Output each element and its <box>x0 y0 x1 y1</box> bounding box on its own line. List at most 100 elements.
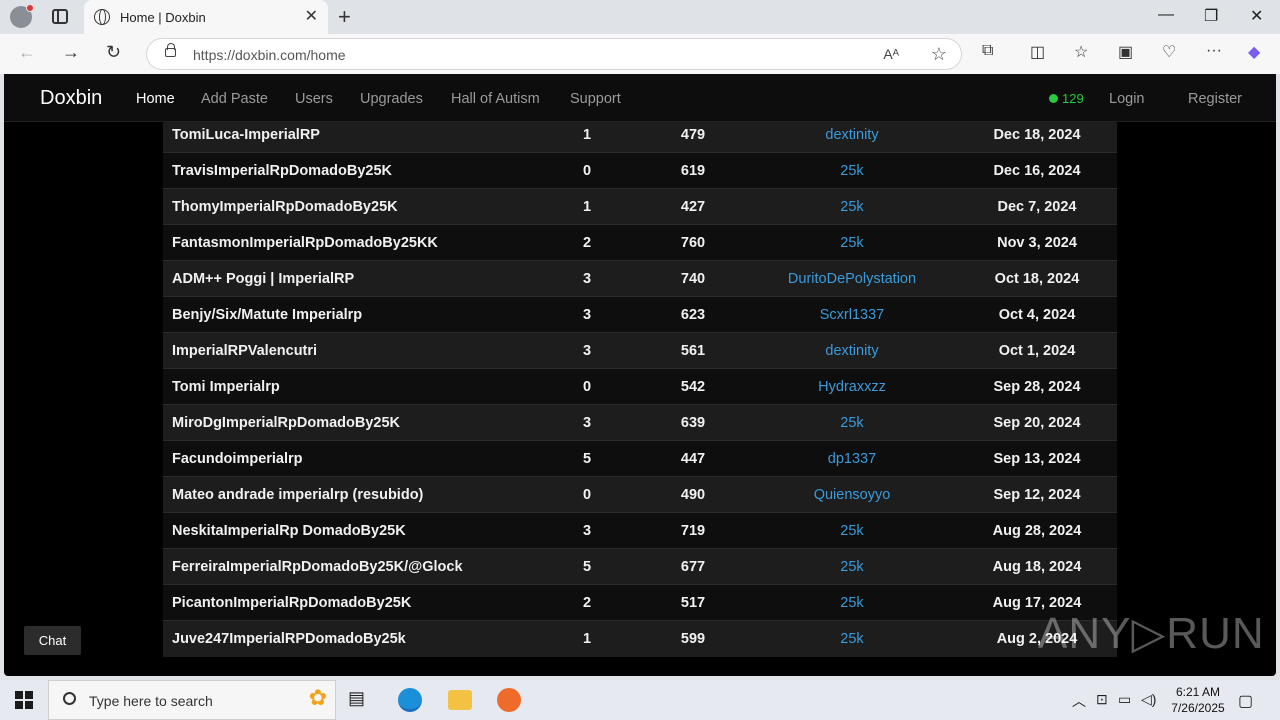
table-row[interactable]: PicantonImperialRpDomadoBy25K 2 517 25k Aug … <box>163 584 1117 621</box>
system-clock[interactable]: 6:21 AM 7/26/2025 <box>1160 684 1236 716</box>
search-placeholder[interactable]: Type here to search <box>89 693 213 709</box>
new-tab-button[interactable]: + <box>338 4 351 30</box>
register-link[interactable]: Register <box>1188 91 1242 107</box>
paste-title[interactable]: FantasmonImperialRpDomadoBy25KK <box>163 225 535 261</box>
extensions-icon[interactable]: ⧉ <box>982 42 993 60</box>
paste-creator-link[interactable]: 25k <box>747 225 957 261</box>
nav-home[interactable]: Home <box>136 91 175 107</box>
table-row[interactable]: ADM++ Poggi | ImperialRP 3 740 DuritoDePoly… <box>163 260 1117 297</box>
favorites-icon[interactable]: ☆ <box>1074 42 1088 62</box>
edge-icon[interactable] <box>398 688 422 712</box>
paste-title[interactable]: ADM++ Poggi | ImperialRP <box>163 261 535 297</box>
paste-title[interactable]: FerreiraImperialRpDomadoBy25K/@Glock <box>163 549 535 585</box>
split-screen-icon[interactable]: ◫ <box>1030 42 1045 62</box>
volume-icon[interactable]: ◁) <box>1141 691 1156 708</box>
browser-tab-home[interactable]: Home | Doxbin ✕ <box>84 0 328 34</box>
table-row[interactable]: FantasmonImperialRpDomadoBy25KK 2 760 25k No… <box>163 224 1117 261</box>
table-row[interactable]: FerreiraImperialRpDomadoBy25K/@Glock 5 677… <box>163 548 1117 585</box>
table-row[interactable]: Tomi Imperialrp 0 542 Hydraxxzz Sep 28, 2024 <box>163 368 1117 405</box>
paste-title[interactable]: Benjy/Six/Matute Imperialrp <box>163 297 535 333</box>
refresh-button[interactable]: ↻ <box>106 42 121 63</box>
paste-creator-link[interactable]: Scxrl1337 <box>747 297 957 333</box>
chat-button[interactable]: Chat <box>24 626 81 655</box>
paste-title[interactable]: ThomyImperialRpDomadoBy25K <box>163 189 535 225</box>
back-button[interactable]: ← <box>18 42 36 63</box>
paste-title[interactable]: Juve247ImperialRPDomadoBy25k <box>163 621 535 657</box>
paste-creator-link[interactable]: 25k <box>747 549 957 585</box>
paste-title[interactable]: ImperialRPValencutri <box>163 333 535 369</box>
tray-overflow-icon[interactable]: ︿ <box>1072 691 1086 711</box>
forward-button[interactable]: → <box>62 42 80 63</box>
table-row[interactable]: TravisImperialRpDomadoBy25K 0 619 25k Dec 16… <box>163 152 1117 189</box>
paste-creator-link[interactable]: 25k <box>747 621 957 657</box>
clock-date: 7/26/2025 <box>1171 701 1225 715</box>
paste-date: Aug 18, 2024 <box>992 558 1082 575</box>
site-brand[interactable]: Doxbin <box>40 87 102 110</box>
maximize-button[interactable]: ❐ <box>1204 6 1218 26</box>
taskbar-search[interactable]: Type here to search ✿ <box>48 680 336 720</box>
table-row[interactable]: NeskitaImperialRp DomadoBy25K 3 719 25k Aug … <box>163 512 1117 549</box>
table-row[interactable]: MiroDgImperialRpDomadoBy25K 3 639 25k Sep 20… <box>163 404 1117 441</box>
paste-creator-link[interactable]: dextinity <box>747 333 957 369</box>
copilot-icon[interactable]: ◆ <box>1248 42 1260 62</box>
paste-title[interactable]: NeskitaImperialRp DomadoBy25K <box>163 513 535 549</box>
paste-creator-link[interactable]: 25k <box>747 189 957 225</box>
table-row[interactable]: ImperialRPValencutri 3 561 dextinity Oct 1, … <box>163 332 1117 369</box>
nav-upgrades[interactable]: Upgrades <box>360 91 423 107</box>
browser-essentials-icon[interactable]: ♡ <box>1162 42 1176 62</box>
paste-date: Oct 1, 2024 <box>998 342 1076 359</box>
close-window-button[interactable]: ✕ <box>1250 6 1263 26</box>
task-view-icon[interactable]: ▤ <box>348 688 372 712</box>
notifications-icon[interactable]: ▢ <box>1238 691 1253 711</box>
url-text[interactable]: https://doxbin.com/home <box>193 47 346 63</box>
minimize-button[interactable]: — <box>1158 6 1174 24</box>
read-aloud-icon[interactable]: Aᴬ <box>883 46 899 62</box>
paste-creator-link[interactable]: 25k <box>747 405 957 441</box>
file-explorer-icon[interactable] <box>448 690 472 710</box>
paste-comments: 3 <box>582 522 592 539</box>
paste-creator-link[interactable]: 25k <box>747 513 957 549</box>
nav-hall-of-autism[interactable]: Hall of Autism <box>451 91 540 107</box>
paste-views: 490 <box>680 486 706 503</box>
close-tab-button[interactable]: ✕ <box>305 6 318 26</box>
paste-title[interactable]: Mateo andrade imperialrp (resubido) <box>163 477 535 513</box>
paste-creator-link[interactable]: dp1337 <box>747 441 957 477</box>
nav-users[interactable]: Users <box>295 91 333 107</box>
nav-support[interactable]: Support <box>570 91 621 107</box>
paste-date: Dec 7, 2024 <box>997 198 1077 215</box>
nav-add-paste[interactable]: Add Paste <box>201 91 268 107</box>
collections-icon[interactable]: ▣ <box>1118 42 1133 62</box>
paste-creator-link[interactable]: DuritoDePolystation <box>747 261 957 297</box>
paste-creator-link[interactable]: Quiensoyyo <box>747 477 957 513</box>
paste-title[interactable]: MiroDgImperialRpDomadoBy25K <box>163 405 535 441</box>
paste-title[interactable]: TravisImperialRpDomadoBy25K <box>163 153 535 189</box>
paste-date: Sep 28, 2024 <box>993 378 1081 395</box>
search-highlight-icon: ✿ <box>308 685 327 710</box>
paste-creator-link[interactable]: 25k <box>747 585 957 621</box>
paste-title[interactable]: Facundoimperialrp <box>163 441 535 477</box>
paste-title[interactable]: Tomi Imperialrp <box>163 369 535 405</box>
address-bar[interactable]: https://doxbin.com/home Aᴬ ☆ <box>146 38 962 70</box>
login-link[interactable]: Login <box>1109 91 1144 107</box>
firefox-icon[interactable] <box>497 688 521 712</box>
paste-creator-link[interactable]: 25k <box>747 153 957 189</box>
paste-comments: 3 <box>582 270 592 287</box>
table-row[interactable]: Juve247ImperialRPDomadoBy25k 1 599 25k Aug 2… <box>163 620 1117 657</box>
favorite-star-icon[interactable]: ☆ <box>931 44 947 65</box>
table-row[interactable]: Mateo andrade imperialrp (resubido) 0 490 Q… <box>163 476 1117 513</box>
table-row[interactable]: Facundoimperialrp 5 447 dp1337 Sep 13, 2024 <box>163 440 1117 477</box>
tab-actions-icon[interactable] <box>52 9 68 24</box>
paste-comments: 5 <box>582 558 592 575</box>
network-icon[interactable]: ▭ <box>1118 691 1131 708</box>
table-row[interactable]: Benjy/Six/Matute Imperialrp 3 623 Scxrl1337… <box>163 296 1117 333</box>
start-button[interactable] <box>15 691 33 709</box>
paste-comments: 1 <box>582 630 592 647</box>
meet-now-icon[interactable]: ⊡ <box>1096 691 1108 708</box>
table-row[interactable]: ThomyImperialRpDomadoBy25K 1 427 25k Dec 7, … <box>163 188 1117 225</box>
paste-title[interactable]: PicantonImperialRpDomadoBy25K <box>163 585 535 621</box>
profile-avatar[interactable] <box>10 4 34 28</box>
paste-creator-link[interactable]: Hydraxxzz <box>747 369 957 405</box>
paste-views: 639 <box>680 414 706 431</box>
settings-menu-icon[interactable]: ··· <box>1206 42 1222 60</box>
lock-icon[interactable] <box>165 43 176 57</box>
